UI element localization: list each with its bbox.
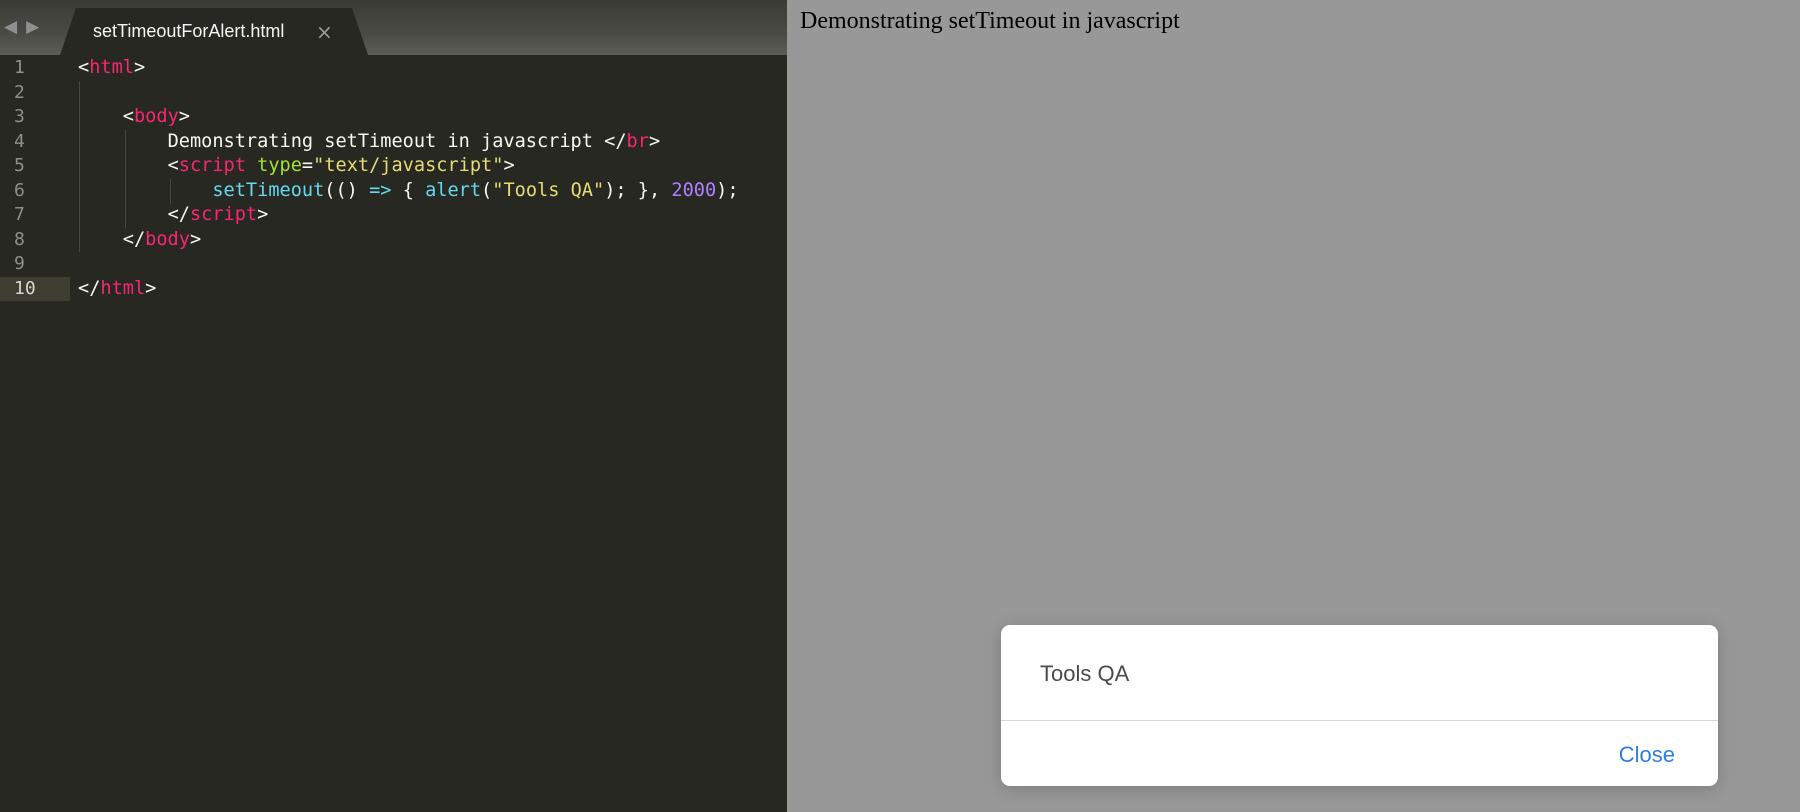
tab-bar: ◀ ▶ setTimeoutForAlert.html × bbox=[0, 0, 787, 55]
code-line: setTimeout(() => { alert("Tools QA"); },… bbox=[78, 179, 739, 204]
code-token: 2000 bbox=[671, 179, 717, 201]
nav-arrows: ◀ ▶ bbox=[4, 17, 39, 37]
code-token: </ bbox=[167, 204, 190, 225]
code-line: </body> bbox=[78, 228, 739, 253]
browser-preview: Demonstrating setTimeout in javascript T… bbox=[787, 0, 1800, 812]
code-token: < bbox=[78, 57, 90, 78]
code-token: setTimeout bbox=[212, 179, 325, 201]
divider bbox=[1001, 720, 1718, 721]
code-token: > bbox=[133, 57, 146, 78]
code-token: ); bbox=[716, 179, 739, 201]
code-area[interactable]: <html> <body> Demonstrating setTimeout i… bbox=[78, 56, 739, 301]
code-line: <html> bbox=[78, 56, 739, 81]
code-line: </html> bbox=[78, 277, 739, 302]
line-number-gutter: 1 2 3 4 5 6 7 8 9 10 bbox=[0, 56, 70, 301]
line-number: 1 bbox=[14, 57, 25, 78]
line-number: 6 bbox=[14, 179, 25, 201]
code-token: (() bbox=[324, 179, 370, 201]
tab-title: setTimeoutForAlert.html bbox=[93, 21, 285, 41]
code-token: html bbox=[100, 277, 146, 299]
back-arrow-icon[interactable]: ◀ bbox=[4, 17, 17, 37]
code-token: > bbox=[178, 106, 190, 127]
line-number: 4 bbox=[14, 130, 25, 152]
code-token: ); }, bbox=[604, 179, 672, 201]
code-token: script bbox=[189, 204, 258, 225]
code-line: </script> bbox=[78, 203, 739, 228]
code-line: <script type="text/javascript"> bbox=[78, 154, 739, 179]
code-token: </ bbox=[122, 228, 146, 250]
alert-dialog: Tools QA Close bbox=[1001, 625, 1718, 786]
line-number: 9 bbox=[14, 253, 25, 274]
code-token: br bbox=[626, 130, 649, 152]
code-token: body bbox=[133, 106, 179, 127]
code-token: alert bbox=[425, 179, 482, 201]
code-token: < bbox=[167, 155, 179, 176]
code-token: script bbox=[178, 155, 246, 176]
code-token: => bbox=[369, 179, 392, 201]
tab-settimeoutforalert[interactable]: setTimeoutForAlert.html × bbox=[60, 8, 368, 55]
code-token: > bbox=[257, 204, 269, 225]
code-token: ( bbox=[481, 179, 493, 201]
code-token: = bbox=[301, 155, 314, 176]
code-token: "Tools QA" bbox=[492, 179, 605, 201]
code-token: </ bbox=[78, 277, 101, 299]
code-token: > bbox=[145, 277, 157, 299]
page-body-text: Demonstrating setTimeout in javascript bbox=[800, 8, 1180, 34]
code-token: html bbox=[89, 57, 134, 78]
line-number: 2 bbox=[14, 81, 25, 103]
code-token: > bbox=[648, 130, 661, 152]
line-number: 7 bbox=[14, 204, 25, 225]
line-number: 5 bbox=[14, 155, 25, 176]
line-number: 3 bbox=[14, 106, 25, 127]
code-token: { bbox=[391, 179, 426, 201]
alert-message: Tools QA bbox=[1040, 661, 1130, 686]
code-token: "text/javascript" bbox=[313, 155, 504, 176]
code-token: type bbox=[257, 155, 302, 176]
line-number: 8 bbox=[14, 228, 25, 250]
forward-arrow-icon[interactable]: ▶ bbox=[26, 17, 39, 37]
code-token: body bbox=[145, 228, 190, 250]
code-token: </ bbox=[604, 130, 627, 152]
close-button[interactable]: Close bbox=[1619, 742, 1675, 768]
code-line: <body> bbox=[78, 105, 739, 130]
code-editor[interactable]: ◀ ▶ setTimeoutForAlert.html × 1 2 3 4 5 … bbox=[0, 0, 787, 812]
code-token: > bbox=[503, 155, 515, 176]
code-line: Demonstrating setTimeout in javascript <… bbox=[78, 130, 739, 155]
code-token: < bbox=[122, 106, 134, 127]
line-number-active: 10 bbox=[0, 276, 70, 301]
code-token: Demonstrating setTimeout in javascript bbox=[167, 130, 605, 152]
code-token: > bbox=[189, 228, 202, 250]
close-icon[interactable]: × bbox=[316, 20, 333, 44]
